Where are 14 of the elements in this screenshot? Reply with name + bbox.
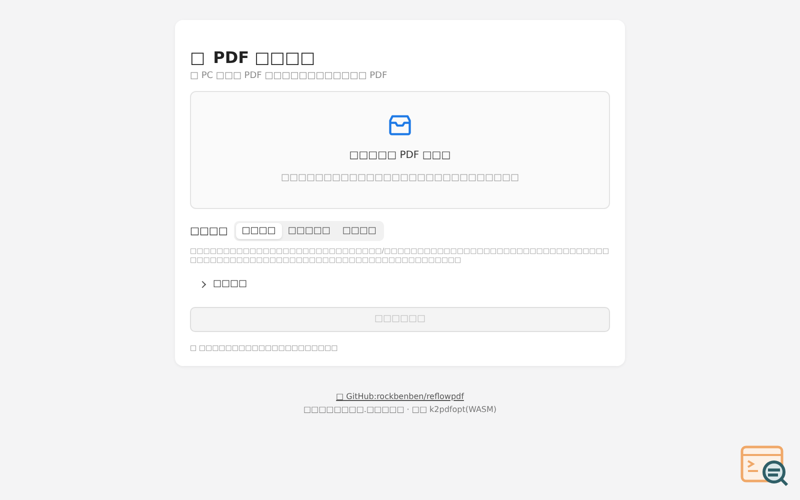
advanced-toggle[interactable]: □□□□ — [200, 279, 248, 290]
mode-tab[interactable]: □□□□ — [336, 223, 382, 239]
subtitle: □ PC □□□ PDF □□□□□□□□□□□□ PDF — [190, 71, 388, 81]
credit-text: □□□□□□□□.□□□□□ · □□ k2pdfopt(WASM) — [303, 404, 497, 414]
title-icon: □ — [190, 48, 206, 67]
dropzone-title: □□□□□ PDF □□□ — [349, 150, 451, 161]
mode-tab[interactable]: □□□□□ — [282, 223, 336, 239]
page-title: PDF □□□□ — [213, 48, 316, 67]
browser-search-icon[interactable] — [740, 444, 790, 488]
dropzone-hint: □□□□□□□□□□□□□□□□□□□□□□□□□□□□ — [280, 173, 520, 183]
mode-label: □□□□ — [190, 226, 228, 236]
mode-tab[interactable]: □□□□ — [236, 223, 282, 239]
github-link[interactable]: □ GitHub:rockbenben/reflowpdf — [336, 392, 464, 401]
upload-dropzone[interactable]: □□□□□ PDF □□□ □□□□□□□□□□□□□□□□□□□□□□□□□□□□ — [190, 91, 610, 209]
